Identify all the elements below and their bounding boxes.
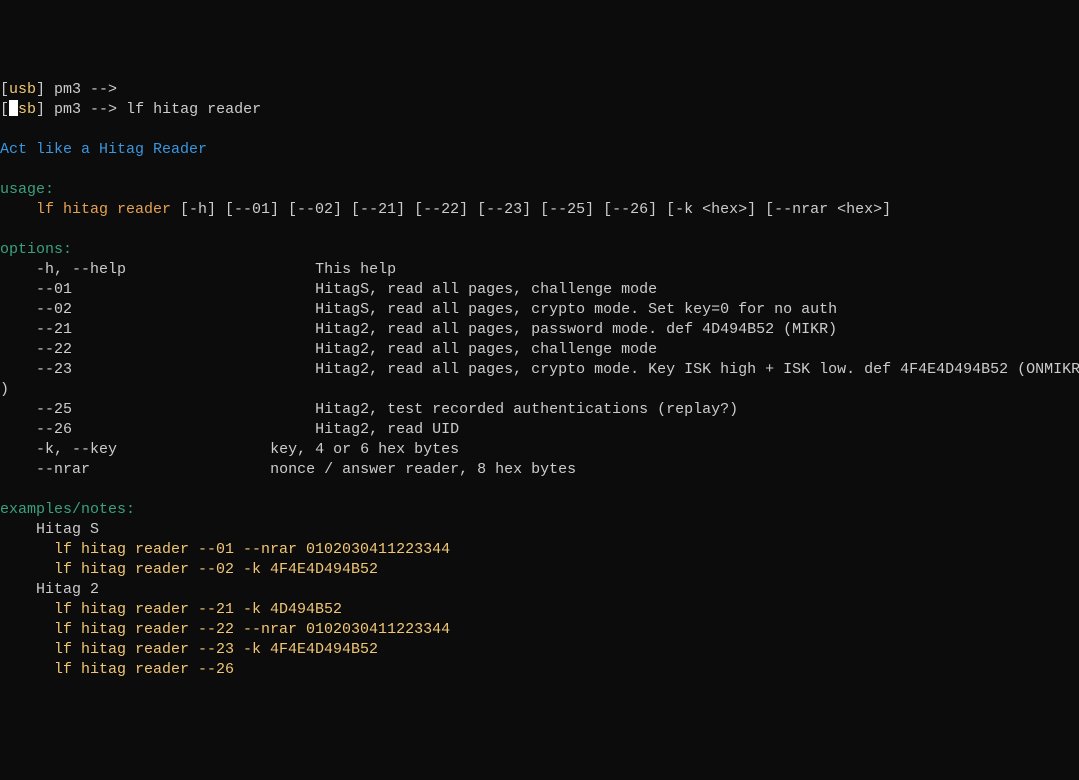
option-row: ) xyxy=(0,381,9,398)
option-desc: HitagS, read all pages, crypto mode. Set… xyxy=(315,301,837,318)
bracket-close: ] xyxy=(36,81,45,98)
option-row: --01 HitagS, read all pages, challenge m… xyxy=(0,281,657,298)
option-desc: Hitag2, read UID xyxy=(315,421,459,438)
bracket-open: [ xyxy=(0,101,9,118)
option-flag: --nrar xyxy=(0,461,270,478)
option-row: --25 Hitag2, test recorded authenticatio… xyxy=(0,401,738,418)
prompt-suffix: pm3 --> xyxy=(45,101,126,118)
option-row: -h, --help This help xyxy=(0,261,396,278)
option-desc: Hitag2, read all pages, challenge mode xyxy=(315,341,657,358)
conn-type: usb xyxy=(9,81,36,98)
prompt-line-1: [usb] pm3 --> xyxy=(0,81,126,98)
example-line: lf hitag reader --02 -k 4F4E4D494B52 xyxy=(0,561,378,578)
examples-list: Hitag S lf hitag reader --01 --nrar 0102… xyxy=(0,521,450,678)
text-cursor xyxy=(9,100,18,116)
example-line: lf hitag reader --01 --nrar 010203041122… xyxy=(0,541,450,558)
option-desc: nonce / answer reader, 8 hex bytes xyxy=(270,461,576,478)
example-line: lf hitag reader --21 -k 4D494B52 xyxy=(0,601,342,618)
option-desc: key, 4 or 6 hex bytes xyxy=(270,441,459,458)
option-flag: --25 xyxy=(0,401,315,418)
prompt-line-2: [usb] pm3 --> lf hitag reader xyxy=(0,101,261,118)
usage-label: usage: xyxy=(0,181,54,198)
option-flag: --26 xyxy=(0,421,315,438)
option-row: --nrar nonce / answer reader, 8 hex byte… xyxy=(0,461,576,478)
terminal-output[interactable]: [usb] pm3 --> [usb] pm3 --> lf hitag rea… xyxy=(0,80,1079,680)
bracket-close: ] xyxy=(36,101,45,118)
option-row: --02 HitagS, read all pages, crypto mode… xyxy=(0,301,837,318)
option-desc: Hitag2, test recorded authentications (r… xyxy=(315,401,738,418)
usage-line: lf hitag reader [-h] [--01] [--02] [--21… xyxy=(0,201,891,218)
options-list: -h, --help This help --01 HitagS, read a… xyxy=(0,261,1079,478)
prompt-suffix: pm3 --> xyxy=(45,81,126,98)
option-flag: --21 xyxy=(0,321,315,338)
examples-label: examples/notes: xyxy=(0,501,135,518)
option-flag: ) xyxy=(0,381,9,398)
option-flag: --22 xyxy=(0,341,315,358)
option-row: -k, --key key, 4 or 6 hex bytes xyxy=(0,441,459,458)
entered-command: lf hitag reader xyxy=(126,101,261,118)
example-line: lf hitag reader --22 --nrar 010203041122… xyxy=(0,621,450,638)
example-line: Hitag S xyxy=(0,521,99,538)
option-desc: This help xyxy=(315,261,396,278)
command-description: Act like a Hitag Reader xyxy=(0,141,207,158)
cursor-overlay: usb xyxy=(9,101,36,118)
option-desc: Hitag2, read all pages, password mode. d… xyxy=(315,321,837,338)
example-line: lf hitag reader --26 xyxy=(0,661,234,678)
usage-args: [-h] [--01] [--02] [--21] [--22] [--23] … xyxy=(171,201,891,218)
example-line: Hitag 2 xyxy=(0,581,99,598)
option-flag: --01 xyxy=(0,281,315,298)
usage-cmd: lf hitag reader xyxy=(0,201,171,218)
option-row: --21 Hitag2, read all pages, password mo… xyxy=(0,321,837,338)
option-desc: HitagS, read all pages, challenge mode xyxy=(315,281,657,298)
option-row: --22 Hitag2, read all pages, challenge m… xyxy=(0,341,657,358)
option-flag: -k, --key xyxy=(0,441,270,458)
options-label: options: xyxy=(0,241,72,258)
option-flag: -h, --help xyxy=(0,261,315,278)
option-desc: Hitag2, read all pages, crypto mode. Key… xyxy=(315,361,1079,378)
option-row: --23 Hitag2, read all pages, crypto mode… xyxy=(0,361,1079,378)
option-flag: --23 xyxy=(0,361,315,378)
bracket-open: [ xyxy=(0,81,9,98)
example-line: lf hitag reader --23 -k 4F4E4D494B52 xyxy=(0,641,378,658)
option-flag: --02 xyxy=(0,301,315,318)
option-row: --26 Hitag2, read UID xyxy=(0,421,459,438)
